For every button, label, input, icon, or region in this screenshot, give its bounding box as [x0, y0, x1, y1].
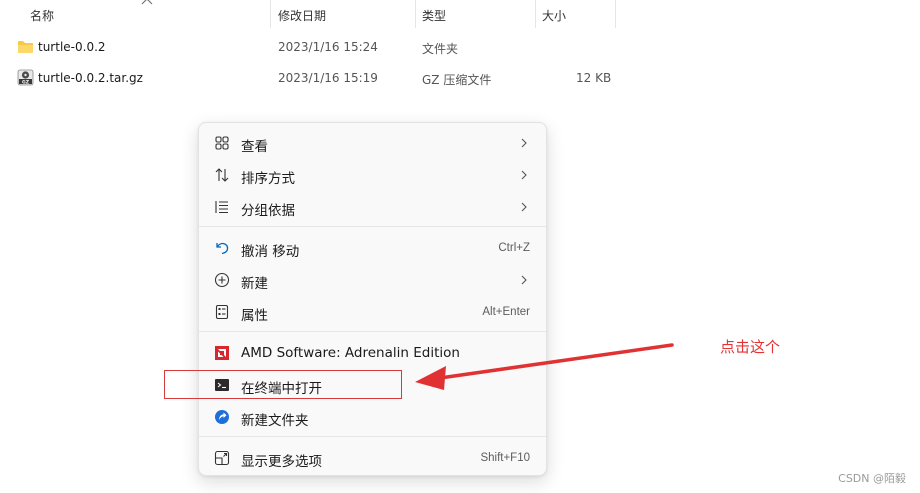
- column-divider[interactable]: [270, 0, 271, 28]
- menu-item-label: 撤消 移动: [241, 244, 300, 260]
- menu-item-group[interactable]: 分组依据: [203, 192, 543, 222]
- menu-divider: [199, 436, 546, 437]
- menu-item-properties[interactable]: 属性 Alt+Enter: [203, 297, 543, 327]
- menu-item-new-folder[interactable]: 新建文件夹: [203, 402, 543, 432]
- file-type: 文件夹: [422, 42, 459, 56]
- column-header: 名称 修改日期 类型 大小: [0, 0, 920, 30]
- menu-item-label: 属性: [241, 308, 268, 324]
- column-size-header[interactable]: 大小: [542, 0, 566, 30]
- new-folder-icon: [215, 410, 229, 424]
- file-modified: 2023/1/16 15:19: [278, 71, 378, 85]
- file-modified: 2023/1/16 15:24: [278, 40, 378, 54]
- chevron-right-icon: [521, 275, 527, 285]
- menu-item-undo[interactable]: 撤消 移动 Ctrl+Z: [203, 233, 543, 263]
- menu-item-view[interactable]: 查看: [203, 128, 543, 158]
- undo-icon: [216, 242, 229, 255]
- menu-item-label: 显示更多选项: [241, 454, 322, 470]
- group-list-icon: [215, 201, 228, 214]
- grid-icon: [215, 136, 229, 150]
- column-divider[interactable]: [615, 0, 616, 28]
- menu-item-show-more-options[interactable]: 显示更多选项 Shift+F10: [203, 443, 543, 473]
- properties-icon: [215, 304, 229, 320]
- context-menu: 查看 排序方式 分组依据 撤消 移动 Ctrl+Z 新建 属性 Alt+Ente…: [198, 122, 547, 476]
- menu-item-label: 新建: [241, 276, 268, 292]
- file-size: 12 KB: [576, 71, 612, 85]
- gz-archive-icon: GZ: [17, 69, 34, 86]
- menu-divider: [199, 331, 546, 332]
- folder-icon: [18, 41, 33, 53]
- amd-logo-icon: [215, 346, 229, 360]
- watermark: CSDN @陌毅: [838, 472, 906, 485]
- menu-item-label: 排序方式: [241, 171, 295, 187]
- file-name: turtle-0.0.2: [38, 40, 106, 54]
- menu-item-new[interactable]: 新建: [203, 265, 543, 295]
- file-name: turtle-0.0.2.tar.gz: [38, 71, 143, 85]
- menu-item-label: 分组依据: [241, 203, 295, 219]
- chevron-right-icon: [521, 170, 527, 180]
- chevron-right-icon: [521, 138, 527, 148]
- menu-item-shortcut: Alt+Enter: [482, 306, 530, 318]
- column-name-header[interactable]: 名称: [30, 0, 54, 30]
- archive-badge: GZ: [22, 79, 30, 85]
- menu-item-shortcut: Ctrl+Z: [498, 242, 530, 254]
- highlight-box: [164, 370, 402, 399]
- menu-item-label: 查看: [241, 139, 268, 155]
- sort-caret-icon: [141, 0, 153, 5]
- sort-icon: [215, 168, 229, 182]
- menu-item-sort[interactable]: 排序方式: [203, 160, 543, 190]
- column-modified-header[interactable]: 修改日期: [278, 0, 326, 30]
- chevron-right-icon: [521, 202, 527, 212]
- annotation-text: 点击这个: [720, 338, 781, 356]
- file-type: GZ 压缩文件: [422, 73, 492, 87]
- menu-divider: [199, 226, 546, 227]
- file-row[interactable]: GZ turtle-0.0.2.tar.gz 2023/1/16 15:19 G…: [0, 63, 920, 93]
- plus-circle-icon: [214, 272, 230, 288]
- column-type-header[interactable]: 类型: [422, 0, 446, 30]
- menu-item-label: 新建文件夹: [241, 413, 309, 429]
- column-divider[interactable]: [535, 0, 536, 28]
- menu-item-shortcut: Shift+F10: [480, 452, 530, 464]
- more-options-icon: [214, 450, 230, 466]
- column-divider[interactable]: [415, 0, 416, 28]
- file-row[interactable]: turtle-0.0.2 2023/1/16 15:24 文件夹: [0, 32, 920, 62]
- menu-item-amd-software[interactable]: AMD Software: Adrenalin Edition: [203, 338, 543, 368]
- menu-item-label: AMD Software: Adrenalin Edition: [241, 345, 460, 361]
